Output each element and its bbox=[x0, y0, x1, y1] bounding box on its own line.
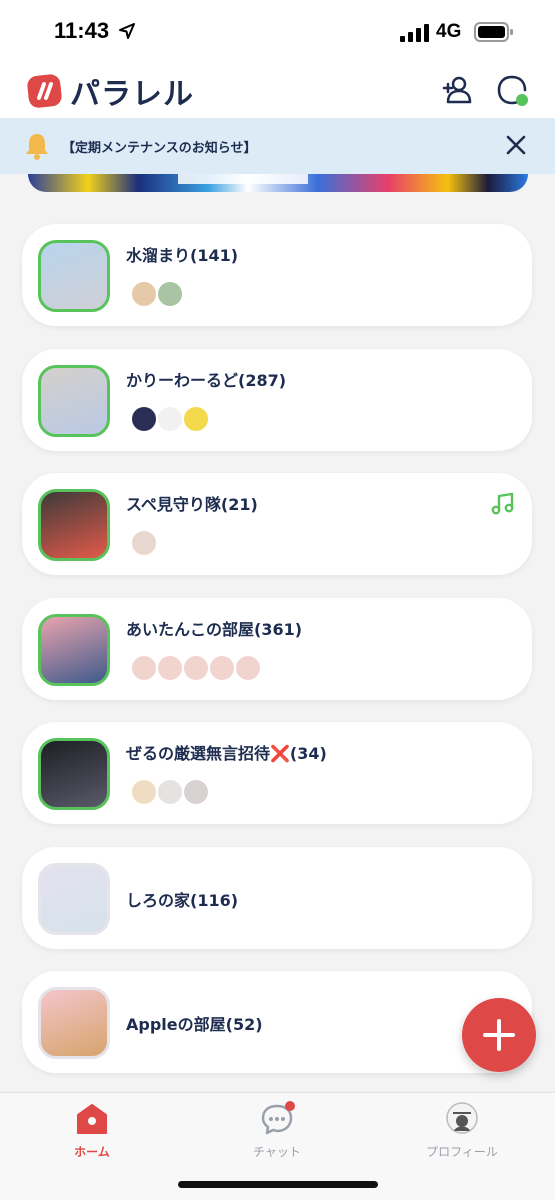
home-icon bbox=[77, 1104, 107, 1134]
tab-home-label: ホーム bbox=[74, 1145, 110, 1159]
room-card[interactable]: しろの家(116) bbox=[22, 847, 532, 949]
event-banner[interactable] bbox=[28, 174, 528, 192]
online-status-icon[interactable] bbox=[496, 74, 530, 108]
member-avatar bbox=[130, 529, 158, 557]
room-card[interactable]: かりーわーるど(287) bbox=[22, 349, 532, 451]
member-avatar bbox=[208, 654, 236, 682]
member-avatar bbox=[156, 280, 184, 308]
status-time: 11:43 bbox=[54, 18, 110, 43]
room-title: Appleの部屋(52) bbox=[126, 1015, 263, 1034]
room-thumbnail bbox=[38, 614, 110, 686]
member-avatar bbox=[182, 778, 210, 806]
app-logo-icon bbox=[27, 74, 62, 108]
create-room-button[interactable] bbox=[462, 998, 536, 1072]
member-avatar bbox=[156, 405, 184, 433]
profile-avatar-icon bbox=[446, 1102, 478, 1134]
app-title: パラレル bbox=[70, 77, 194, 112]
room-thumbnail bbox=[38, 240, 110, 312]
member-avatar bbox=[130, 778, 158, 806]
app-header: パラレル bbox=[0, 62, 555, 118]
tab-chat-label: チャット bbox=[253, 1145, 301, 1159]
room-title: かりーわーるど(287) bbox=[126, 371, 287, 390]
room-card[interactable]: 水溜まり(141) bbox=[22, 224, 532, 326]
member-avatars bbox=[130, 778, 210, 808]
battery-icon bbox=[474, 22, 513, 42]
tab-profile[interactable]: プロフィール bbox=[392, 1101, 532, 1160]
room-card[interactable]: Appleの部屋(52) bbox=[22, 971, 532, 1073]
tab-home[interactable]: ホーム bbox=[22, 1101, 162, 1160]
room-thumbnail bbox=[38, 863, 110, 935]
member-avatars bbox=[130, 405, 210, 435]
home-indicator bbox=[178, 1181, 378, 1188]
music-note-icon bbox=[491, 492, 514, 515]
member-avatars bbox=[130, 654, 262, 684]
signal-icon bbox=[400, 24, 429, 42]
member-avatar bbox=[182, 654, 210, 682]
bell-icon bbox=[26, 134, 48, 160]
tab-profile-label: プロフィール bbox=[426, 1145, 498, 1159]
room-thumbnail bbox=[38, 489, 110, 561]
banner-artwork bbox=[178, 174, 308, 184]
notice-bar[interactable]: 【定期メンテナンスのお知らせ】 bbox=[0, 118, 555, 174]
room-thumbnail bbox=[38, 987, 110, 1059]
room-title: あいたんこの部屋(361) bbox=[126, 620, 303, 639]
status-bar: 11:43 4G bbox=[0, 0, 555, 62]
location-arrow-icon bbox=[119, 23, 135, 39]
plus-icon bbox=[483, 1019, 515, 1051]
member-avatars bbox=[130, 529, 158, 559]
member-avatar bbox=[234, 654, 262, 682]
member-avatar bbox=[182, 405, 210, 433]
room-card[interactable]: スペ見守り隊(21) bbox=[22, 473, 532, 575]
chat-badge bbox=[285, 1101, 295, 1111]
tab-chat[interactable]: チャット bbox=[207, 1101, 347, 1160]
room-title: スペ見守り隊(21) bbox=[126, 495, 258, 514]
room-title: 水溜まり(141) bbox=[126, 246, 239, 265]
member-avatar bbox=[130, 405, 158, 433]
member-avatar bbox=[130, 280, 158, 308]
room-title: しろの家(116) bbox=[126, 891, 239, 910]
notice-text[interactable]: 【定期メンテナンスのお知らせ】 bbox=[62, 137, 256, 156]
member-avatars bbox=[130, 280, 184, 310]
room-title: ぜるの厳選無言招待❌(34) bbox=[126, 744, 327, 763]
add-friend-icon[interactable] bbox=[442, 74, 474, 106]
network-label: 4G bbox=[436, 21, 462, 42]
room-thumbnail bbox=[38, 738, 110, 810]
member-avatar bbox=[130, 654, 158, 682]
member-avatar bbox=[156, 778, 184, 806]
room-card[interactable]: あいたんこの部屋(361) bbox=[22, 598, 532, 700]
room-card[interactable]: ぜるの厳選無言招待❌(34) bbox=[22, 722, 532, 824]
room-thumbnail bbox=[38, 365, 110, 437]
close-icon[interactable] bbox=[504, 133, 528, 157]
member-avatar bbox=[156, 654, 184, 682]
